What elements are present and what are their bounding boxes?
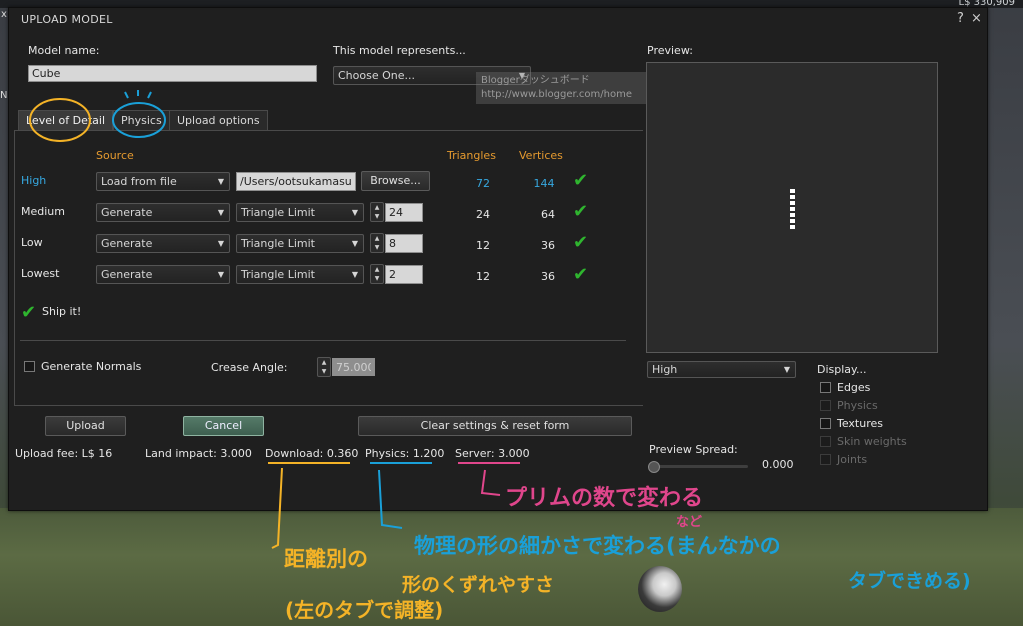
avatar-head xyxy=(638,566,682,612)
download-note-line-3: (左のタブで調整) xyxy=(285,598,444,622)
server-note-small: など xyxy=(676,515,703,530)
physics-note-line-2: タブできめる) xyxy=(848,570,971,592)
server-note: プリムの数で変わる xyxy=(505,486,704,511)
download-note-line-2: 形のくずれやすさ xyxy=(402,574,555,596)
download-note-line-1: 距離別の xyxy=(284,547,368,571)
physics-note-line-1: 物理の形の細かさで変わる(まんなかの xyxy=(414,534,781,558)
